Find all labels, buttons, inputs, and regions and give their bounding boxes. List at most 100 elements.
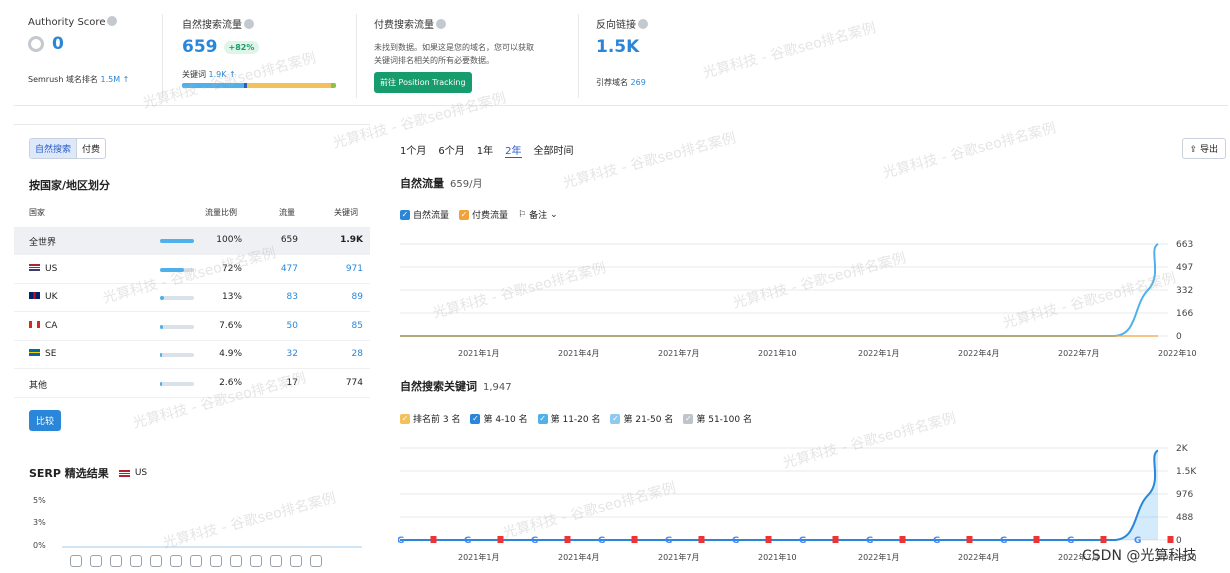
google-update-marker[interactable]: G <box>1067 536 1074 546</box>
legend-kw-1[interactable]: ✓ 第 4-10 名 <box>470 412 528 425</box>
google-update-marker[interactable]: G <box>464 536 471 546</box>
legend-kw-2[interactable]: ✓ 第 11-20 名 <box>537 412 600 425</box>
google-update-marker[interactable]: G <box>531 536 538 546</box>
legend-kw-4[interactable]: ✓ 第 51-100 名 <box>683 412 752 425</box>
rank-value[interactable]: 1.5M ↑ <box>100 75 129 84</box>
info-icon[interactable] <box>107 16 118 26</box>
google-update-marker[interactable]: G <box>732 536 739 546</box>
traffic-value[interactable]: 32 <box>287 349 298 359</box>
keywords-value[interactable]: 28 <box>352 349 363 359</box>
position-tracking-button[interactable]: 前往 Position Tracking <box>374 72 472 93</box>
table-row[interactable]: UK 13% 83 89 <box>14 284 370 312</box>
y-tick: 663 <box>1176 240 1193 250</box>
col-keywords[interactable]: 关键词 <box>334 207 358 218</box>
serp-feature-icon[interactable] <box>130 555 142 567</box>
serp-feature-icon[interactable] <box>90 555 102 567</box>
serp-feature-icon[interactable] <box>250 555 262 567</box>
share-pct: 7.6% <box>219 320 242 331</box>
backlinks-value[interactable]: 1.5K <box>596 37 648 57</box>
country-name[interactable]: SE <box>29 349 56 359</box>
note-flag-marker[interactable] <box>631 536 638 543</box>
serp-baseline <box>62 546 362 548</box>
note-flag-marker[interactable] <box>1100 536 1107 543</box>
x-tick: 2021年10 <box>758 552 797 562</box>
series-line[interactable] <box>400 449 1159 541</box>
note-flag-marker[interactable] <box>899 536 906 543</box>
serp-feature-icon[interactable] <box>170 555 182 567</box>
serp-feature-icon[interactable] <box>210 555 222 567</box>
col-share[interactable]: 流量比例 <box>205 207 237 218</box>
serp-feature-icon[interactable] <box>70 555 82 567</box>
traffic-value[interactable]: 50 <box>287 321 298 331</box>
period-1[interactable]: 6个月 <box>438 142 464 158</box>
note-flag-marker[interactable] <box>832 536 839 543</box>
info-icon[interactable] <box>436 19 446 29</box>
keywords-value[interactable]: 89 <box>352 292 363 302</box>
serp-feature-icon[interactable] <box>230 555 242 567</box>
legend-kw-3[interactable]: ✓ 第 21-50 名 <box>610 412 673 425</box>
google-update-marker[interactable]: G <box>866 536 873 546</box>
tab-paid[interactable]: 付费 <box>77 139 105 158</box>
x-tick: 2021年7月 <box>658 552 699 562</box>
table-row[interactable]: US 72% 477 971 <box>14 256 370 284</box>
legend-kw-0[interactable]: ✓ 排名前 3 名 <box>400 412 460 425</box>
note-flag-marker[interactable] <box>765 536 772 543</box>
x-tick: 2021年4月 <box>558 552 599 562</box>
country-name[interactable]: US <box>29 263 57 274</box>
traffic-value[interactable]: 83 <box>287 292 298 302</box>
traffic-value[interactable]: 477 <box>281 264 298 274</box>
legend-organic[interactable]: ✓ 自然流量 <box>400 208 449 221</box>
period-selector: 1个月 6个月 1年 2年 全部时间 <box>400 142 574 158</box>
period-0[interactable]: 1个月 <box>400 142 426 158</box>
table-row[interactable]: SE 4.9% 32 28 <box>14 341 370 369</box>
col-country[interactable]: 国家 <box>29 207 45 218</box>
google-update-marker[interactable]: G <box>799 536 806 546</box>
note-flag-marker[interactable] <box>430 536 437 543</box>
organic-value[interactable]: 659 <box>182 37 218 57</box>
keywords-value[interactable]: 85 <box>352 321 363 331</box>
compare-button[interactable]: 比较 <box>29 410 62 431</box>
keywords-value[interactable]: 971 <box>346 264 363 274</box>
serp-feature-icon[interactable] <box>270 555 282 567</box>
serp-feature-icon[interactable] <box>190 555 202 567</box>
note-flag-marker[interactable] <box>1033 536 1040 543</box>
col-traffic[interactable]: 流量 <box>279 207 295 218</box>
y-tick: 332 <box>1176 286 1193 296</box>
table-row[interactable]: 全世界 100% 659 1.9K <box>14 227 370 255</box>
serp-tick: 0% <box>33 541 46 550</box>
google-update-marker[interactable]: G <box>1000 536 1007 546</box>
period-2[interactable]: 1年 <box>477 142 493 158</box>
legend-paid[interactable]: ✓ 付费流量 <box>459 208 508 221</box>
table-row[interactable]: CA 7.6% 50 85 <box>14 313 370 341</box>
serp-icons <box>70 555 330 567</box>
info-icon[interactable] <box>638 19 648 29</box>
keywords-value: 774 <box>345 377 363 388</box>
share-bar <box>160 267 194 272</box>
period-4[interactable]: 全部时间 <box>534 142 574 158</box>
note-flag-marker[interactable] <box>564 536 571 543</box>
info-icon[interactable] <box>244 19 254 29</box>
country-name[interactable]: UK <box>29 292 58 302</box>
ref-domains-value[interactable]: 269 <box>631 78 646 87</box>
google-update-marker[interactable]: G <box>398 536 404 546</box>
serp-feature-icon[interactable] <box>110 555 122 567</box>
export-button[interactable]: ⇪ 导出 <box>1181 138 1226 159</box>
period-3[interactable]: 2年 <box>505 142 522 158</box>
note-flag-marker[interactable] <box>966 536 973 543</box>
note-flag-marker[interactable] <box>1167 536 1174 543</box>
checkbox-icon: ✓ <box>470 413 481 424</box>
note-flag-marker[interactable] <box>698 536 705 543</box>
google-update-marker[interactable]: G <box>933 536 940 546</box>
notes-dropdown[interactable]: ⚐ 备注 ⌄ <box>518 208 558 222</box>
checkbox-icon: ✓ <box>683 413 694 424</box>
google-update-marker[interactable]: G <box>598 536 605 546</box>
note-flag-marker[interactable] <box>497 536 504 543</box>
google-update-marker[interactable]: G <box>665 536 672 546</box>
table-row[interactable]: 其他 2.6% 17 774 <box>14 370 370 398</box>
serp-feature-icon[interactable] <box>150 555 162 567</box>
serp-feature-icon[interactable] <box>290 555 302 567</box>
tab-organic[interactable]: 自然搜索 <box>30 139 78 158</box>
country-name[interactable]: CA <box>29 320 57 331</box>
serp-feature-icon[interactable] <box>310 555 322 567</box>
keywords-value[interactable]: 1.9K ↑ <box>209 70 236 79</box>
